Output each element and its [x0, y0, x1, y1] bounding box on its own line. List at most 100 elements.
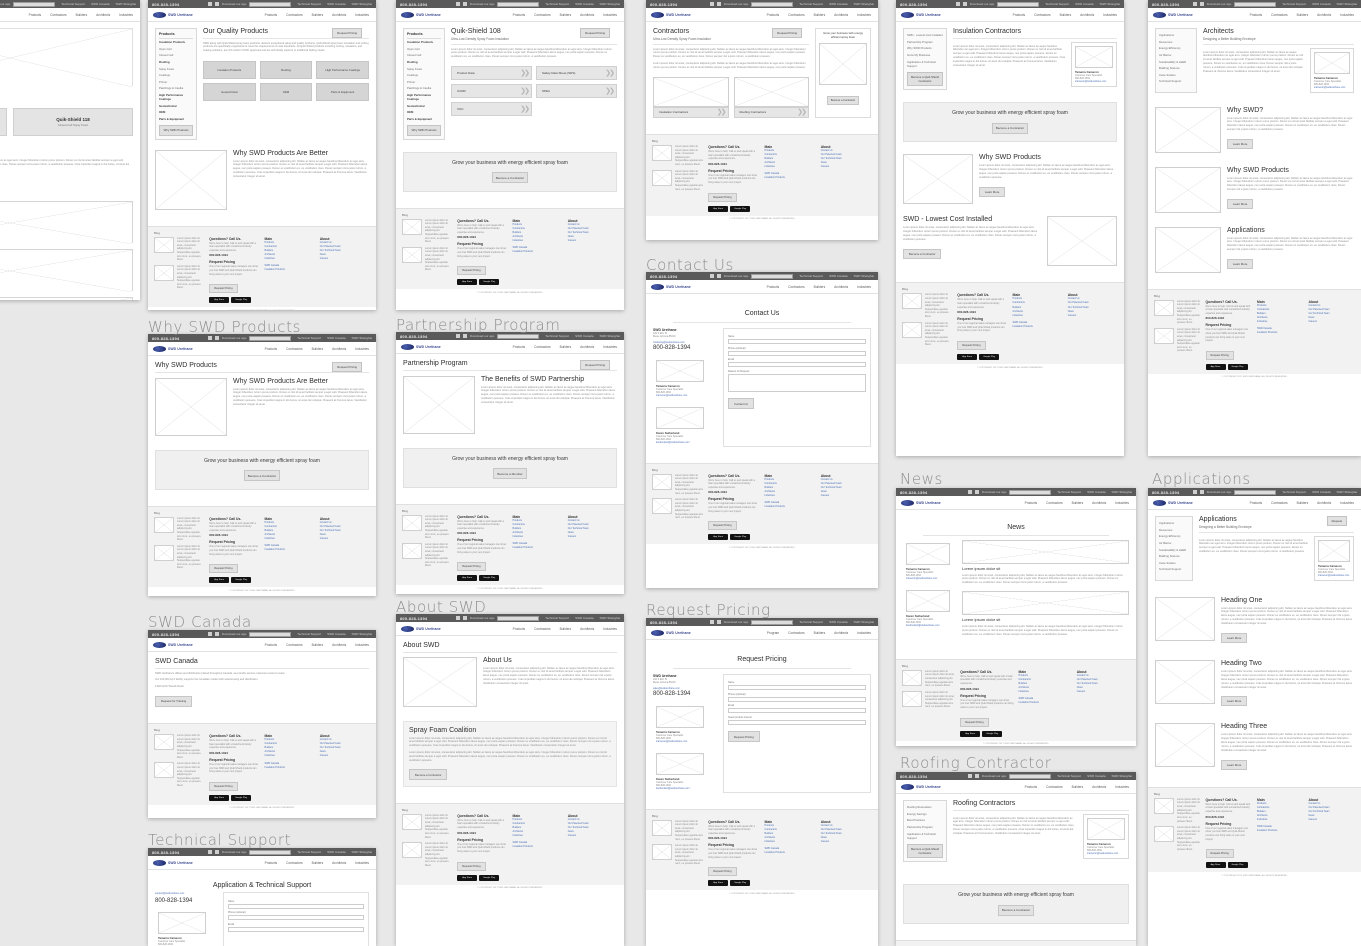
- utility-link-0[interactable]: Technical Support: [61, 2, 85, 6]
- footer-about-link-4[interactable]: Careers: [1068, 314, 1118, 318]
- utility-link-1[interactable]: SWD Canada: [327, 850, 345, 854]
- contractor-tile-1[interactable]: Roofing Contractors ❯❯: [733, 76, 809, 118]
- nav-item-2[interactable]: Builders: [814, 13, 826, 17]
- footer-about-link-4[interactable]: Careers: [320, 257, 370, 261]
- utility-link-2[interactable]: SWD Shanghai: [351, 850, 372, 854]
- download-app-label[interactable]: Download our app: [470, 334, 494, 338]
- footer-request-pricing-button[interactable]: Request Pricing: [209, 284, 238, 294]
- utility-phone[interactable]: 800-828-1394: [400, 334, 427, 339]
- search-input[interactable]: [751, 1, 794, 7]
- sidebar-item-0[interactable]: SWD - Lowest Cost Installed: [907, 32, 943, 39]
- blog-item[interactable]: Lorem ipsum dolor sit Lorem ipsum dolor s…: [1154, 299, 1201, 325]
- brand-name[interactable]: SWD Urethane: [168, 13, 193, 17]
- utility-link-2[interactable]: SWD Shanghai: [351, 632, 372, 636]
- swd-logo-icon[interactable]: [1153, 499, 1166, 506]
- sidebar-item-7[interactable]: Technical Support: [1159, 78, 1193, 85]
- swd-logo-icon[interactable]: [401, 625, 414, 632]
- brand-name[interactable]: SWD Urethane: [1168, 501, 1193, 505]
- footer-about-link-4[interactable]: Careers: [568, 239, 618, 243]
- utility-phone[interactable]: 800-828-1394: [1152, 490, 1179, 495]
- blog-item[interactable]: Lorem ipsum dolor sit Lorem ipsum dolor s…: [154, 762, 204, 787]
- mockup-partnership-program[interactable]: 800-828-1394 Download our app Technical Su…: [396, 332, 624, 594]
- swd-logo-icon[interactable]: [901, 783, 914, 790]
- swd-logo-icon[interactable]: [651, 629, 664, 636]
- nav-item-4[interactable]: Industries: [1103, 13, 1117, 17]
- app-store-icon[interactable]: [207, 2, 212, 6]
- footer-main-link-4[interactable]: Industries: [265, 257, 315, 261]
- contact-email[interactable]: tcameron@swdurethane.com: [1318, 574, 1350, 577]
- nav-item-4[interactable]: Industries: [603, 345, 617, 349]
- app-store-icon[interactable]: [709, 2, 714, 6]
- aside-button[interactable]: Become a Contractor: [826, 95, 860, 105]
- utility-link-2[interactable]: SWD Shanghai: [351, 2, 372, 6]
- google-play-badge[interactable]: Google Play: [479, 279, 500, 286]
- google-play-icon[interactable]: [214, 850, 219, 854]
- footer-extra-link-1[interactable]: Insulation Products: [265, 268, 315, 272]
- app-store-badge[interactable]: App Store: [209, 794, 230, 801]
- swd-logo-icon[interactable]: [401, 11, 414, 18]
- google-play-icon[interactable]: [716, 274, 721, 278]
- content-tile[interactable]: Product Data ❯❯: [451, 66, 532, 81]
- footer-request-pricing-button[interactable]: Request Pricing: [960, 717, 989, 727]
- mockup-contractors[interactable]: 800-828-1394 Download our app Technical Su…: [646, 0, 878, 240]
- footer-phone[interactable]: 800-828-1394: [457, 831, 507, 835]
- nav-item-2[interactable]: Builders: [1072, 785, 1084, 789]
- utility-link-0[interactable]: Technical Support: [545, 2, 569, 6]
- request-pricing-button[interactable]: Request Pricing: [580, 360, 610, 370]
- brand-name[interactable]: SWD Urethane: [416, 345, 441, 349]
- contact-email[interactable]: marketing@swdurethane.com: [653, 341, 715, 344]
- download-app-label[interactable]: Download our app: [1207, 2, 1231, 6]
- nav-item-4[interactable]: Industries: [857, 285, 871, 289]
- sidebar-item-1[interactable]: Partnership Program: [907, 39, 943, 46]
- blog-item[interactable]: Lorem ipsum dolor sit Lorem ipsum dolor s…: [652, 844, 703, 866]
- search-input[interactable]: [1234, 1, 1277, 7]
- blog-item[interactable]: Lorem ipsum dolor sit Lorem ipsum dolor s…: [1154, 826, 1201, 851]
- brand-name[interactable]: SWD Urethane: [666, 631, 691, 635]
- footer-main-link-4[interactable]: Industries: [1257, 818, 1304, 822]
- google-play-badge[interactable]: Google Play: [982, 730, 1003, 737]
- nav-item-1[interactable]: Contractors: [534, 627, 550, 631]
- nav-item-4[interactable]: Industries: [603, 627, 617, 631]
- footer-extra-link-1[interactable]: Insulation Products: [1013, 325, 1063, 329]
- blog-item[interactable]: Lorem ipsum dolor sit Lorem ipsum dolor s…: [154, 734, 204, 759]
- cta-button[interactable]: Become a Contractor: [491, 172, 529, 183]
- footer-about-link-4[interactable]: Careers: [568, 834, 618, 838]
- sidebar-item-5[interactable]: Coatings: [159, 72, 193, 79]
- utility-link-0[interactable]: Technical Support: [799, 2, 823, 6]
- utility-link-2[interactable]: SWD Shanghai: [853, 274, 874, 278]
- app-store-badge[interactable]: App Store: [960, 730, 981, 737]
- search-input[interactable]: [497, 615, 540, 621]
- blog-item[interactable]: Lorem ipsum dolor sit Lorem ipsum dolor s…: [402, 246, 452, 272]
- mockup-news[interactable]: 800-828-1394 Download our app Technical Su…: [896, 488, 1136, 746]
- nav-item-4[interactable]: Industries: [1340, 13, 1354, 17]
- product-card-0[interactable]: Quik-Shield 112Open-Cell Spray Foam: [0, 108, 7, 136]
- download-app-label[interactable]: Download our app: [970, 2, 994, 6]
- form-input-1[interactable]: [228, 915, 364, 920]
- blog-item[interactable]: Lorem ipsum dolor sit Lorem ipsum dolor s…: [652, 473, 703, 496]
- nav-item-3[interactable]: Architects: [1080, 13, 1094, 17]
- swd-logo-icon[interactable]: [651, 283, 664, 290]
- nav-item-3[interactable]: Architects: [332, 861, 346, 865]
- mockup-home[interactable]: 800-828-1394Download our appTechnical Su…: [0, 0, 140, 300]
- footer-extra-link-1[interactable]: Insulation Products: [513, 546, 563, 550]
- mockup-quik-shield-108[interactable]: 800-828-1394 Download our app Technical Su…: [396, 0, 624, 310]
- nav-item-0[interactable]: Program: [767, 631, 779, 635]
- swd-logo-icon[interactable]: [901, 11, 914, 18]
- google-play-badge[interactable]: Google Play: [730, 534, 751, 541]
- sidebar-item-3[interactable]: Roofing: [159, 59, 193, 66]
- nav-item-3[interactable]: Architects: [96, 13, 110, 17]
- contact-phone[interactable]: 800-828-1394: [653, 345, 715, 351]
- nav-item-2[interactable]: Builders: [312, 347, 324, 351]
- sidebar-item-8[interactable]: High Performance Coatings: [159, 92, 193, 103]
- nav-item-2[interactable]: Builders: [814, 285, 826, 289]
- sidebar-item-2[interactable]: Closed Cell: [407, 52, 441, 59]
- utility-phone[interactable]: 800-828-1394: [900, 2, 927, 7]
- form-input-2[interactable]: [728, 362, 866, 367]
- google-play-badge[interactable]: Google Play: [1227, 862, 1248, 869]
- footer-request-pricing-button[interactable]: Request Pricing: [708, 192, 737, 202]
- app-store-badge[interactable]: App Store: [708, 205, 729, 212]
- utility-link-0[interactable]: Technical Support: [297, 632, 321, 636]
- sidebar-cta-button[interactable]: Become a Quik-Shield Contractor: [907, 843, 943, 859]
- blog-item[interactable]: Lorem ipsum dolor sit Lorem ipsum dolor s…: [154, 264, 204, 290]
- nav-item-1[interactable]: Contractors: [1046, 501, 1062, 505]
